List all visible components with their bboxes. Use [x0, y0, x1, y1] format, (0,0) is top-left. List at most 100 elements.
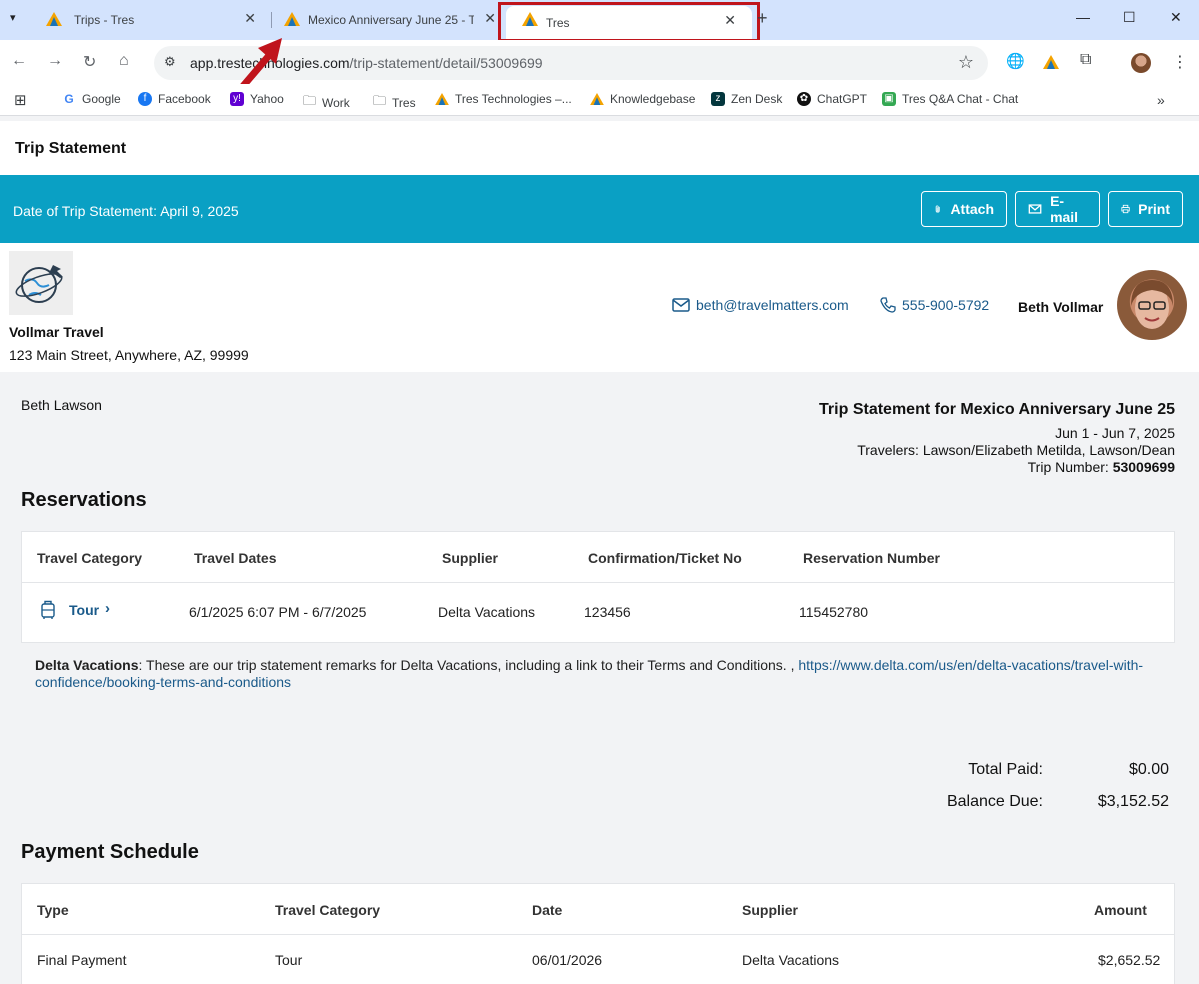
client-name: Beth Lawson [21, 397, 102, 413]
bookmark-google[interactable]: G Google [62, 92, 121, 106]
profile-avatar[interactable] [1131, 53, 1151, 73]
divider [22, 582, 1174, 583]
globe-plane-icon [15, 265, 63, 303]
payment-type: Final Payment [37, 952, 127, 968]
envelope-icon [672, 298, 690, 312]
trip-dates: Jun 1 - Jun 7, 2025 [1055, 425, 1175, 441]
tab-title: Trips - Tres [74, 13, 135, 27]
attach-button[interactable]: Attach [921, 191, 1007, 227]
column-header: Confirmation/Ticket No [588, 550, 742, 566]
statement-title: Trip Statement for Mexico Anniversary Ju… [819, 401, 1175, 418]
agency-logo [9, 251, 73, 315]
travelers: Travelers: Lawson/Elizabeth Metilda, Law… [857, 442, 1175, 458]
reservations-heading: Reservations [21, 489, 147, 511]
google-icon: G [62, 92, 76, 106]
chevron-right-icon[interactable]: › [105, 600, 110, 617]
folder-icon: 🗀 [303, 93, 317, 108]
supplier-remarks: Delta Vacations: These are our trip stat… [35, 657, 1144, 690]
more-menu-icon[interactable]: ⋮ [1172, 52, 1188, 72]
highlight-annotation-box [498, 2, 760, 42]
tres-extension-icon[interactable] [1043, 55, 1059, 69]
page-title: Trip Statement [15, 140, 127, 157]
extension-globe-icon[interactable]: 🌐 [1006, 52, 1025, 70]
payment-supplier: Delta Vacations [742, 952, 840, 968]
tab-trips-tres[interactable]: Trips - Tres ✕ [30, 6, 266, 34]
bookmark-tres-qa-chat[interactable]: ▣ Tres Q&A Chat - Chat [882, 92, 1018, 106]
bookmarks-overflow-icon[interactable]: » [1157, 92, 1165, 108]
balance-due-label: Balance Due: [946, 793, 1043, 810]
total-paid-label: Total Paid: [968, 761, 1043, 778]
statement-banner: Date of Trip Statement: April 9, 2025 At… [0, 175, 1199, 243]
chat-icon: ▣ [882, 92, 896, 106]
phone-icon [880, 297, 896, 313]
column-header: Supplier [442, 550, 499, 566]
apps-grid-icon[interactable]: ⊞ [14, 91, 27, 109]
email-button[interactable]: E-mail [1015, 191, 1100, 227]
tab-search-chevron-icon[interactable]: ▾ [10, 11, 16, 24]
bookmark-knowledgebase[interactable]: Knowledgebase [590, 92, 695, 106]
tab-title: Mexico Anniversary June 25 - Tr [308, 13, 474, 27]
bookmark-chatgpt[interactable]: ✿ ChatGPT [797, 92, 867, 106]
column-header: Date [532, 902, 563, 918]
tres-logo-icon [435, 93, 449, 105]
bookmark-facebook[interactable]: f Facebook [138, 92, 211, 106]
close-icon[interactable]: ✕ [244, 10, 256, 27]
column-header: Travel Category [37, 550, 143, 566]
total-paid-value: $0.00 [1128, 761, 1169, 778]
agency-address: 123 Main Street, Anywhere, AZ, 99999 [9, 347, 249, 363]
folder-icon: 🗀 [373, 93, 387, 108]
maximize-icon[interactable]: ☐ [1123, 9, 1136, 26]
tab-strip: ▾ Trips - Tres ✕ Mexico Anniversary June… [0, 0, 1199, 42]
window-close-icon[interactable]: ✕ [1170, 9, 1182, 26]
print-button[interactable]: Print [1108, 191, 1183, 227]
agent-name: Beth Vollmar [1018, 299, 1104, 315]
agency-info: Vollmar Travel 123 Main Street, Anywhere… [0, 243, 1199, 372]
forward-arrow-icon[interactable]: → [47, 52, 63, 70]
payment-date: 06/01/2026 [532, 952, 603, 968]
category-link-tour[interactable]: Tour [69, 602, 99, 618]
close-icon[interactable]: ✕ [484, 10, 496, 27]
agent-avatar [1117, 270, 1187, 340]
column-header: Amount [1094, 902, 1147, 918]
divider [22, 934, 1174, 935]
confirmation-number: 123456 [584, 604, 631, 620]
page-header: Trip Statement [0, 121, 1199, 175]
facebook-icon: f [138, 92, 152, 106]
tres-logo-icon [46, 12, 62, 26]
zendesk-icon: z [711, 92, 725, 106]
column-header: Travel Category [275, 902, 381, 918]
bookmark-star-icon[interactable]: ☆ [958, 52, 974, 73]
column-header: Supplier [742, 902, 799, 918]
tres-logo-icon [284, 12, 300, 26]
agent-email-link[interactable]: beth@travelmatters.com [672, 297, 849, 313]
column-header: Type [37, 902, 69, 918]
agency-name: Vollmar Travel [9, 324, 104, 340]
bookmark-tres[interactable]: 🗀 Tres [373, 92, 416, 114]
minimize-icon[interactable]: — [1076, 9, 1090, 25]
paperclip-icon [935, 205, 940, 213]
reservations-table: Travel Category Travel Dates Supplier Co… [21, 531, 1175, 643]
extensions-puzzle-icon[interactable]: ⧉ [1080, 51, 1091, 69]
new-tab-plus-icon[interactable]: + [757, 8, 768, 29]
payment-category: Tour [275, 952, 303, 968]
tres-logo-icon [590, 93, 604, 105]
home-icon[interactable]: ⌂ [119, 52, 129, 70]
browser-toolbar: ← → ↻ ⌂ ⚙ app.trestechnologies.com/trip-… [0, 40, 1199, 84]
bookmark-zen-desk[interactable]: z Zen Desk [711, 92, 782, 106]
back-arrow-icon[interactable]: ← [11, 52, 27, 70]
site-info-icon[interactable]: ⚙ [164, 54, 176, 70]
luggage-icon [41, 600, 55, 619]
payment-schedule-heading: Payment Schedule [21, 841, 199, 863]
bookmark-yahoo[interactable]: y! Yahoo [230, 92, 284, 106]
reservation-number: 115452780 [799, 604, 869, 620]
agent-phone-link[interactable]: 555-900-5792 [880, 297, 989, 313]
reload-icon[interactable]: ↻ [83, 52, 96, 72]
column-header: Travel Dates [194, 550, 277, 566]
travel-dates: 6/1/2025 6:07 PM - 6/7/2025 [189, 604, 367, 620]
bookmark-work[interactable]: 🗀 Work [303, 92, 350, 114]
tab-mexico-anniversary[interactable]: Mexico Anniversary June 25 - Tr ✕ [268, 6, 500, 34]
bookmark-tres-technologies[interactable]: Tres Technologies –... [435, 92, 572, 106]
chatgpt-icon: ✿ [797, 92, 811, 106]
supplier: Delta Vacations [438, 604, 536, 620]
printer-icon [1121, 204, 1130, 214]
